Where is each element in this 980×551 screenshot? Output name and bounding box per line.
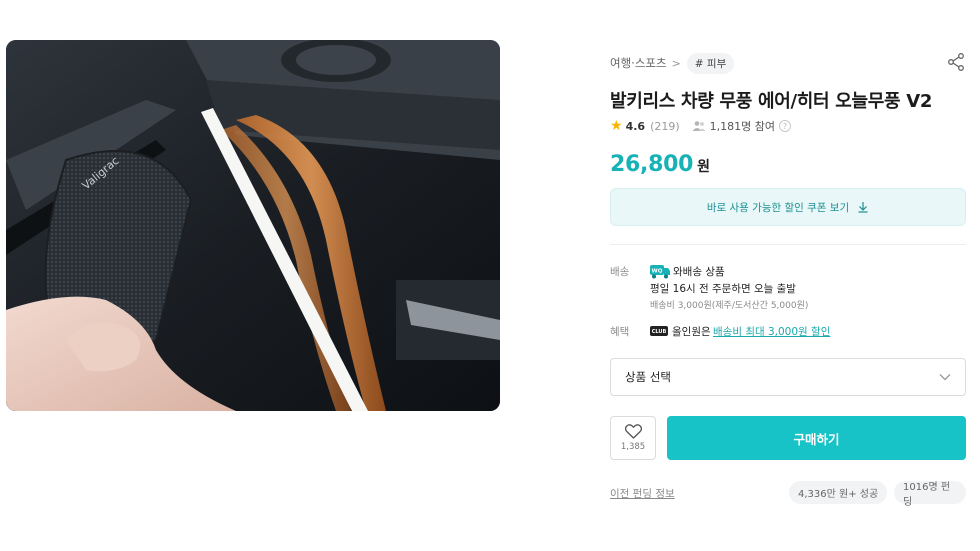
- delivery-truck-icon: WQ: [650, 265, 670, 279]
- product-photo: Valigrac: [6, 40, 500, 411]
- chevron-right-icon: >: [671, 56, 681, 70]
- shipping-label: 배송: [610, 266, 630, 278]
- participant-count: 1,181명 참여: [709, 120, 776, 133]
- buy-button[interactable]: 구매하기: [667, 416, 966, 460]
- review-count[interactable]: (219): [650, 120, 680, 133]
- option-select-label: 상품 선택: [625, 370, 671, 384]
- price-unit: 원: [697, 159, 710, 175]
- shipping-schedule: 평일 16시 전 주문하면 오늘 출발: [650, 283, 796, 295]
- product-info-panel: 여행·스포츠 > # 피부 발키리스 차량 무풍 에어/히터 오늘무풍 V2 ★…: [610, 0, 966, 551]
- chevron-down-icon: [939, 374, 951, 381]
- svg-text:CLUB: CLUB: [652, 329, 667, 335]
- benefit-label: 혜택: [610, 326, 630, 338]
- wishlist-button[interactable]: 1,385: [610, 416, 656, 460]
- rating-row: ★ 4.6 (219) 1,181명 참여 ?: [610, 117, 792, 135]
- benefit-link[interactable]: 배송비 최대 3,000원 할인: [713, 324, 830, 339]
- option-select[interactable]: 상품 선택: [610, 358, 966, 396]
- people-icon: [692, 120, 706, 132]
- tag-chip[interactable]: # 피부: [686, 52, 735, 74]
- price-amount: 26,800: [610, 152, 694, 177]
- shipping-fee: 배송비 3,000원(제주/도서산간 5,000원): [650, 301, 809, 311]
- shipping-title: 와배송 상품: [673, 266, 725, 278]
- benefit-prefix: 올인원은: [672, 326, 711, 338]
- heart-icon: [624, 424, 642, 439]
- wishlist-count: 1,385: [620, 442, 646, 452]
- product-title: 발키리스 차량 무풍 에어/히터 오늘무풍 V2: [610, 91, 933, 112]
- help-icon[interactable]: ?: [779, 120, 792, 132]
- coupon-button[interactable]: 바로 사용 가능한 할인 쿠폰 보기: [610, 188, 966, 226]
- rating-score: 4.6: [625, 119, 646, 133]
- prev-funding-link[interactable]: 이전 펀딩 정보: [610, 486, 675, 501]
- club-icon: CLUB: [650, 326, 668, 336]
- breadcrumb: 여행·스포츠 > # 피부: [610, 52, 735, 74]
- svg-text:WQ: WQ: [652, 269, 663, 275]
- funding-amount-badge: 4,336만 원+ 성공: [789, 481, 888, 504]
- divider: [610, 244, 966, 245]
- breadcrumb-category[interactable]: 여행·스포츠: [610, 55, 667, 71]
- price-row: 26,800 원: [610, 152, 710, 177]
- funding-people-badge: 1016명 펀딩: [894, 481, 966, 508]
- star-icon: ★: [610, 118, 623, 134]
- product-image: Valigrac: [6, 40, 500, 411]
- coupon-label: 바로 사용 가능한 할인 쿠폰 보기: [706, 201, 850, 214]
- share-icon[interactable]: [946, 52, 966, 72]
- download-icon: [857, 201, 869, 213]
